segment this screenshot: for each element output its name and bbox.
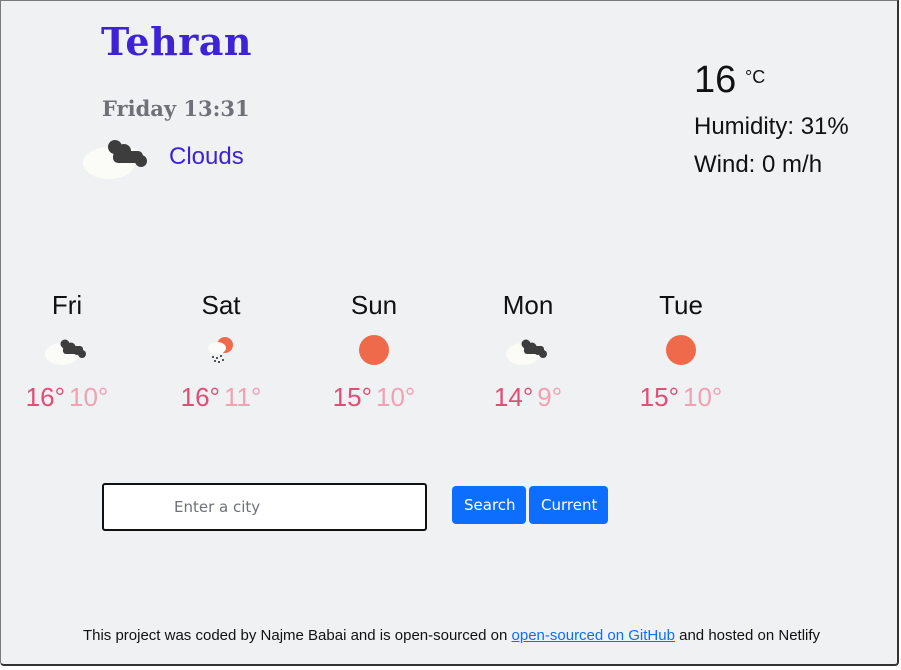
forecast-day: Mon 14° 9° (468, 288, 588, 413)
wind: Wind: 0 m/h (694, 151, 823, 178)
city-search-input[interactable] (102, 483, 427, 531)
forecast-low: 10° (69, 382, 109, 412)
forecast-high: 15° (332, 382, 372, 412)
forecast-low: 11° (223, 382, 262, 412)
forecast-day: Sun 15° 10° (314, 288, 434, 413)
forecast-day-name: Sun (350, 290, 398, 320)
humidity: Humidity: 31% (694, 113, 849, 140)
forecast-day-name: Tue (659, 290, 703, 320)
app-card: Tehran Friday 13:31 Clouds 16 °C Humidit… (0, 0, 899, 666)
search-button[interactable]: Search (452, 486, 526, 524)
forecast-day: Fri 16° 10° (7, 288, 127, 413)
weather-description: Clouds (169, 143, 244, 170)
forecast-high: 16° (180, 382, 220, 412)
forecast-low: 10° (683, 382, 723, 412)
forecast-high: 14° (493, 382, 534, 412)
current-location-button[interactable]: Current (529, 486, 608, 524)
forecast-low: 9° (537, 382, 563, 412)
forecast-day-name: Mon (502, 290, 554, 320)
temperature-unit[interactable]: °C (745, 67, 765, 88)
forecast-low: 10° (376, 382, 416, 412)
rain-sun-icon (208, 337, 233, 363)
forecast-high: 15° (639, 382, 679, 412)
forecast-day-name: Fri (51, 290, 83, 320)
footer: This project was coded by Najme Babai an… (1, 627, 901, 644)
broken-clouds-icon (506, 339, 547, 365)
current-temperature: 16 (694, 59, 737, 101)
github-link[interactable]: open-sourced on GitHub (512, 627, 675, 644)
forecast-high: 16° (25, 382, 65, 412)
footer-text-end: and hosted on Netlify (679, 627, 821, 644)
date-time: Friday 13:31 (102, 96, 250, 121)
forecast-day-name: Sat (201, 290, 241, 320)
broken-clouds-icon (83, 140, 147, 179)
sun-icon (359, 335, 389, 365)
forecast-day: Sat 16° 11° (161, 288, 281, 413)
footer-text: This project was coded by Najme Babai an… (82, 627, 508, 644)
city-name: Tehran (101, 19, 252, 64)
broken-clouds-icon (45, 339, 86, 365)
forecast-day: Tue 15° 10° (621, 288, 741, 413)
sun-icon (666, 335, 696, 365)
